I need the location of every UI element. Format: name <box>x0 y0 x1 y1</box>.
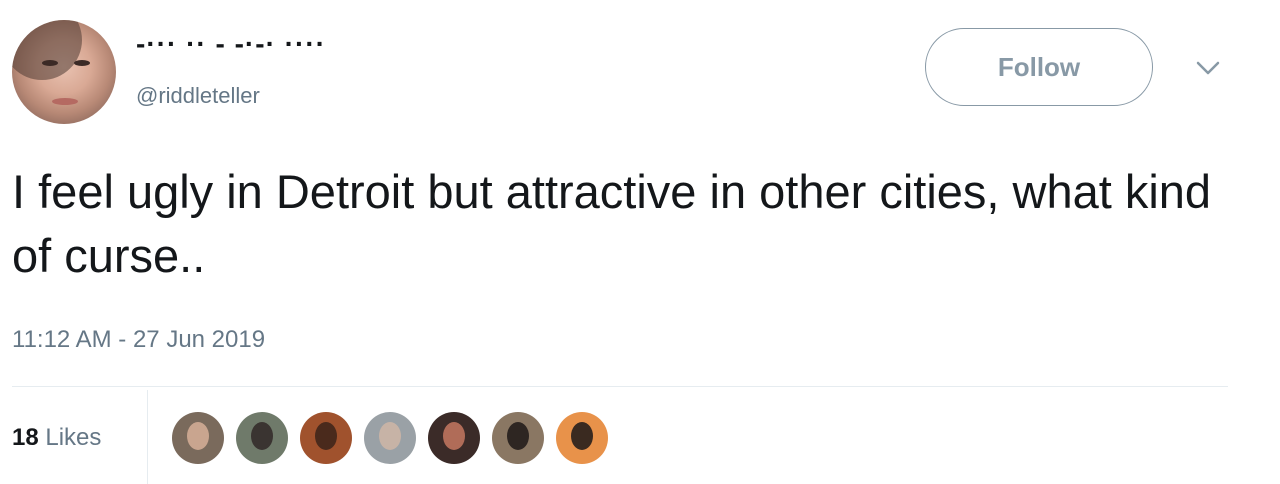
likes-count: 18 <box>12 424 39 451</box>
avatar-eye-left <box>42 60 58 66</box>
liker-avatar-2[interactable] <box>236 412 288 464</box>
avatar-hair <box>12 20 82 80</box>
liker-face <box>507 422 529 450</box>
liker-face <box>443 422 465 450</box>
author-display-name[interactable]: -··· ·· - -·-· ···· <box>136 30 326 58</box>
tweet-text: I feel ugly in Detroit but attractive in… <box>12 165 1212 282</box>
liker-avatar-6[interactable] <box>492 412 544 464</box>
avatar-eye-right <box>74 60 90 66</box>
liker-avatar-3[interactable] <box>300 412 352 464</box>
liker-avatar-5[interactable] <box>428 412 480 464</box>
likes-stat[interactable]: 18 Likes <box>12 424 101 452</box>
author-avatar[interactable] <box>12 20 116 124</box>
divider <box>12 386 1228 387</box>
chevron-down-icon[interactable] <box>1194 58 1222 78</box>
author-handle[interactable]: @riddleteller <box>136 83 260 109</box>
liker-face <box>187 422 209 450</box>
liker-face <box>571 422 593 450</box>
liker-avatar-4[interactable] <box>364 412 416 464</box>
tweet-stats: 18 Likes <box>12 388 1228 484</box>
liker-face <box>251 422 273 450</box>
liker-face <box>315 422 337 450</box>
likes-label: Likes <box>45 424 102 451</box>
liker-avatar-1[interactable] <box>172 412 224 464</box>
stats-divider <box>147 390 148 484</box>
follow-button[interactable]: Follow <box>925 28 1153 106</box>
avatar-mouth <box>52 98 78 105</box>
liker-face <box>379 422 401 450</box>
tweet-timestamp[interactable]: 11:12 AM - 27 Jun 2019 <box>12 326 265 354</box>
liker-avatar-7[interactable] <box>556 412 608 464</box>
liker-avatars <box>172 412 620 464</box>
